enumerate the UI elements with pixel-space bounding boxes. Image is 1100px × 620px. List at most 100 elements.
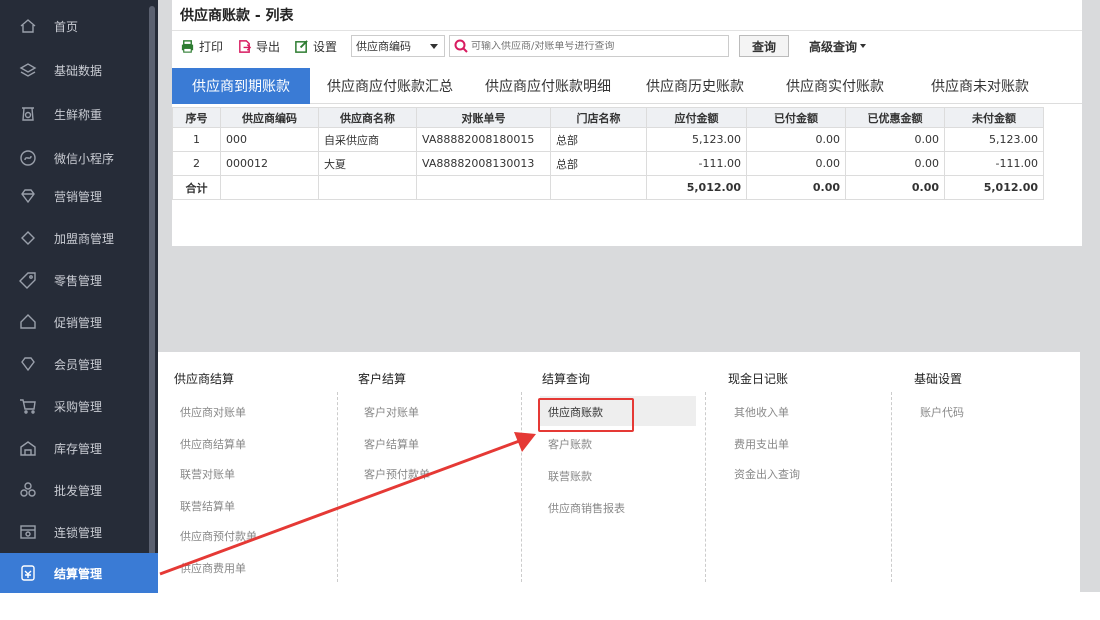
member-icon xyxy=(16,352,40,376)
tab-paid[interactable]: 供应商实付账款 xyxy=(770,68,900,104)
menu-column-head: 现金日记账 xyxy=(728,372,789,386)
query-button[interactable]: 查询 xyxy=(739,35,790,57)
table-row[interactable]: 1 000 自采供应商 VA88882008180015 总部 5,123.00… xyxy=(172,127,1080,152)
column-divider xyxy=(705,392,706,582)
list-panel: 供应商账款 - 列表 打印 导出 设置 供应商编码 查 xyxy=(172,0,1082,246)
settlement-icon xyxy=(16,561,40,585)
sidebar-item-chain[interactable]: 连锁管理 xyxy=(0,512,150,552)
sidebar-item-franchise[interactable]: 加盟商管理 xyxy=(0,218,150,258)
menu-column-head: 基础设置 xyxy=(914,372,963,386)
sidebar-item-label: 营销管理 xyxy=(54,189,103,204)
scale-icon xyxy=(16,102,40,126)
menu-column-settlement-query: 结算查询 供应商账款 客户账款 联营账款 供应商销售报表 xyxy=(526,352,706,592)
advanced-query-button[interactable]: 高级查询 xyxy=(809,38,867,55)
column-header[interactable]: 已付金额 xyxy=(746,107,846,128)
column-header[interactable]: 对账单号 xyxy=(416,107,551,128)
sidebar-item-marketing[interactable]: 营销管理 xyxy=(0,176,150,216)
column-header-filler xyxy=(1043,107,1080,128)
menu-item[interactable]: 联营结算单 xyxy=(180,498,235,514)
menu-item[interactable]: 供应商结算单 xyxy=(180,436,246,452)
menu-item[interactable]: 客户预付款单 xyxy=(364,466,430,482)
menu-item[interactable]: 供应商预付款单 xyxy=(180,528,257,544)
sidebar-item-label: 采购管理 xyxy=(54,399,103,414)
menu-column-cash-journal: 现金日记账 其他收入单 费用支出单 资金出入查询 xyxy=(712,352,892,592)
menu-column-head: 结算查询 xyxy=(542,372,591,386)
tab-bar: 供应商到期账款 供应商应付账款汇总 供应商应付账款明细 供应商历史账款 供应商实… xyxy=(172,68,1082,104)
menu-column-customer-settlement: 客户结算 客户对账单 客户结算单 客户预付款单 xyxy=(342,352,522,592)
sidebar: 首页 基础数据 生鲜称重 微信小程序 营销管理 加盟商管理 零售管理 促销管理 … xyxy=(0,0,158,593)
tab-unreconciled[interactable]: 供应商未对账款 xyxy=(910,68,1050,104)
sidebar-item-label: 生鲜称重 xyxy=(54,107,103,122)
menu-item[interactable]: 账户代码 xyxy=(920,404,964,420)
field-select[interactable]: 供应商编码 xyxy=(351,35,446,57)
menu-item[interactable]: 费用支出单 xyxy=(734,436,789,452)
title-divider xyxy=(172,30,1082,31)
table-header-row: 序号 供应商编码 供应商名称 对账单号 门店名称 应付金额 已付金额 已优惠金额… xyxy=(172,107,1080,128)
tab-history[interactable]: 供应商历史账款 xyxy=(630,68,760,104)
export-button[interactable]: 导出 xyxy=(237,38,280,55)
column-header[interactable]: 未付金额 xyxy=(944,107,1044,128)
sidebar-item-retail[interactable]: 零售管理 xyxy=(0,260,150,300)
column-header[interactable]: 序号 xyxy=(172,107,221,128)
sidebar-item-promotion[interactable]: 促销管理 xyxy=(0,302,150,342)
settlement-submenu: 供应商结算 供应商对账单 供应商结算单 联营对账单 联营结算单 供应商预付款单 … xyxy=(158,352,1080,592)
sidebar-item-label: 连锁管理 xyxy=(54,525,103,540)
sidebar-item-label: 首页 xyxy=(54,19,79,34)
sidebar-item-settlement[interactable]: 结算管理 xyxy=(0,553,158,593)
sidebar-item-inventory[interactable]: 库存管理 xyxy=(0,428,150,468)
column-header[interactable]: 已优惠金额 xyxy=(845,107,945,128)
column-divider xyxy=(891,392,892,582)
sidebar-item-wholesale[interactable]: 批发管理 xyxy=(0,470,150,510)
tab-payable-summary[interactable]: 供应商应付账款汇总 xyxy=(314,68,466,104)
column-header[interactable]: 应付金额 xyxy=(646,107,747,128)
column-header[interactable]: 供应商编码 xyxy=(220,107,319,128)
search-box[interactable] xyxy=(449,35,730,57)
menu-item[interactable]: 资金出入查询 xyxy=(734,466,800,482)
menu-column-supplier-settlement: 供应商结算 供应商对账单 供应商结算单 联营对账单 联营结算单 供应商预付款单 … xyxy=(158,352,338,592)
price-tag-icon xyxy=(16,268,40,292)
table-row[interactable]: 2 000012 大夏 VA88882008130013 总部 -111.00 … xyxy=(172,151,1080,176)
page-title: 供应商账款 - 列表 xyxy=(180,8,294,24)
tag-icon xyxy=(16,226,40,250)
settings-button[interactable]: 设置 xyxy=(294,38,337,55)
search-input[interactable] xyxy=(471,40,722,52)
sidebar-item-basic-data[interactable]: 基础数据 xyxy=(0,50,150,90)
printer-icon xyxy=(181,39,194,53)
highlight-box xyxy=(538,398,634,432)
menu-item[interactable]: 联营对账单 xyxy=(180,466,235,482)
table-summary-row: 合计 5,012.00 0.00 0.00 5,012.00 xyxy=(172,175,1080,200)
search-icon xyxy=(454,39,468,53)
column-header[interactable]: 供应商名称 xyxy=(318,107,417,128)
chain-icon xyxy=(16,520,40,544)
tab-payable-detail[interactable]: 供应商应付账款明细 xyxy=(472,68,624,104)
menu-item[interactable]: 供应商对账单 xyxy=(180,404,246,420)
menu-item[interactable]: 其他收入单 xyxy=(734,404,789,420)
mini-program-icon xyxy=(16,146,40,170)
sidebar-item-fresh-weighing[interactable]: 生鲜称重 xyxy=(0,94,150,134)
menu-item[interactable]: 客户对账单 xyxy=(364,404,419,420)
menu-column-head: 客户结算 xyxy=(358,372,407,386)
diamond-icon xyxy=(16,184,40,208)
menu-item[interactable]: 客户结算单 xyxy=(364,436,419,452)
sidebar-item-label: 加盟商管理 xyxy=(54,231,115,246)
column-divider xyxy=(521,392,522,582)
column-header[interactable]: 门店名称 xyxy=(550,107,647,128)
sidebar-item-member[interactable]: 会员管理 xyxy=(0,344,150,384)
sidebar-item-mini-program[interactable]: 微信小程序 xyxy=(0,138,150,178)
tab-supplier-due[interactable]: 供应商到期账款 xyxy=(172,68,310,104)
warehouse-icon xyxy=(16,436,40,460)
caret-down-icon xyxy=(860,44,867,48)
menu-item[interactable]: 客户账款 xyxy=(548,436,592,452)
menu-column-head: 供应商结算 xyxy=(174,372,235,386)
chevron-down-icon xyxy=(430,44,439,49)
sidebar-item-home[interactable]: 首页 xyxy=(0,6,150,46)
print-button[interactable]: 打印 xyxy=(180,38,223,55)
sidebar-item-label: 批发管理 xyxy=(54,483,103,498)
menu-item[interactable]: 供应商销售报表 xyxy=(548,500,625,516)
sidebar-item-purchase[interactable]: 采购管理 xyxy=(0,386,150,426)
sidebar-item-label: 促销管理 xyxy=(54,315,103,330)
sidebar-item-label: 库存管理 xyxy=(54,441,103,456)
wholesale-icon xyxy=(16,478,40,502)
menu-item[interactable]: 供应商费用单 xyxy=(180,560,246,576)
menu-item[interactable]: 联营账款 xyxy=(548,468,592,484)
